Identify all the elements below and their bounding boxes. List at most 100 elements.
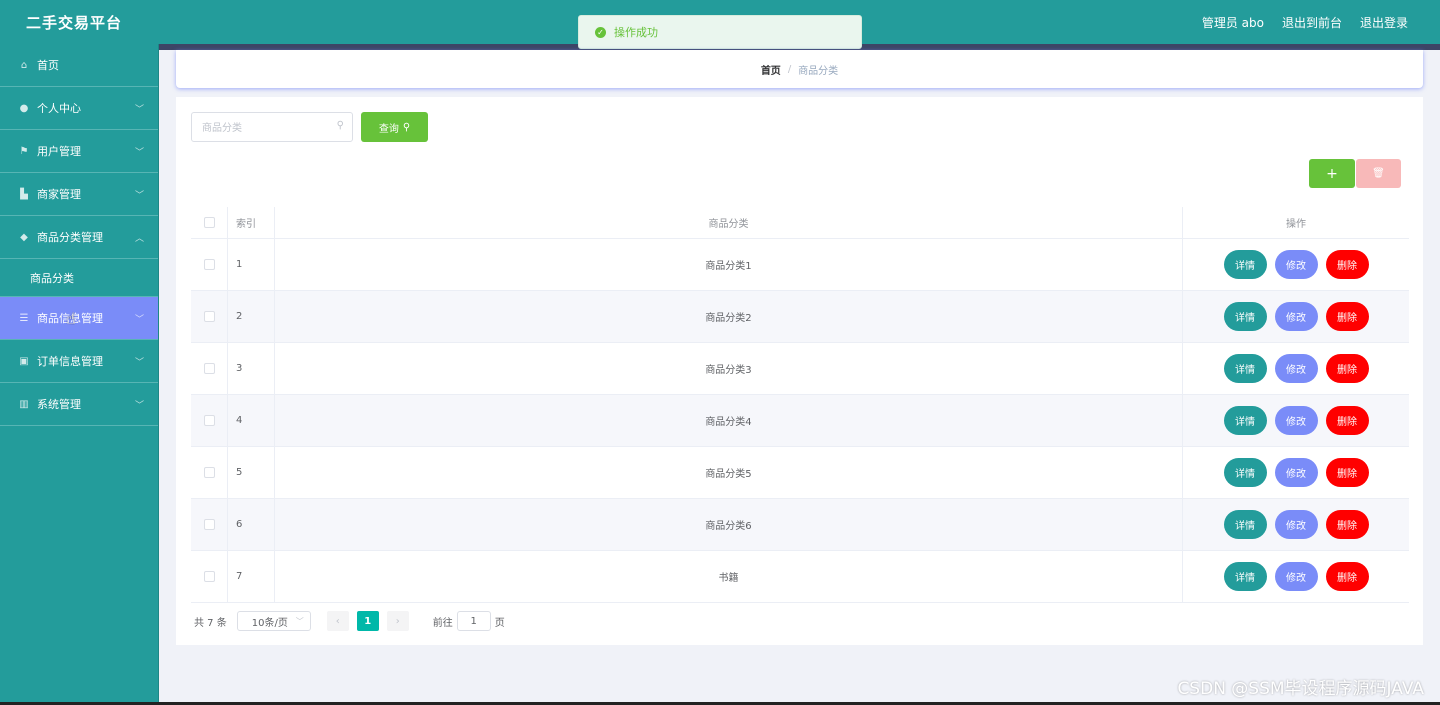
sidebar-subitem-category[interactable]: 商品分类	[0, 259, 158, 297]
detail-button[interactable]: 详情	[1223, 458, 1267, 487]
detail-button[interactable]: 详情	[1223, 562, 1267, 591]
row-index: 7	[227, 550, 275, 603]
edit-button[interactable]: 修改	[1274, 354, 1318, 383]
chevron-down-icon: ﹀	[134, 401, 144, 411]
chart-icon: ▥	[19, 398, 29, 410]
row-checkbox[interactable]	[203, 362, 215, 374]
next-page-button[interactable]: ›	[386, 611, 409, 631]
edit-button[interactable]: 修改	[1274, 562, 1318, 591]
table-row: 5 商品分类5 详情 修改 删除	[191, 446, 1409, 499]
chevron-down-icon: ﹀	[134, 191, 144, 201]
edit-button[interactable]: 修改	[1274, 510, 1318, 539]
row-checkbox[interactable]	[203, 466, 215, 478]
pagination-total: 共 7 条	[194, 617, 227, 629]
detail-button[interactable]: 详情	[1223, 302, 1267, 331]
admin-user-label[interactable]: 管理员 abo	[1202, 14, 1264, 31]
sidebar-menu: ⌂ 首页 ● 个人中心 ﹀ ⚑ 用户管理 ﹀ ▙ 商家管理 ﹀ ◆ 商品分类管理…	[0, 44, 159, 705]
header-index: 索引	[227, 207, 275, 239]
edit-button[interactable]: 修改	[1274, 458, 1318, 487]
detail-button[interactable]: 详情	[1223, 406, 1267, 435]
table-row: 3 商品分类3 详情 修改 删除	[191, 342, 1409, 395]
row-index: 6	[227, 498, 275, 551]
page-size-select[interactable]: 10条/页 ﹀	[236, 611, 311, 631]
row-category: 商品分类1	[274, 238, 1183, 291]
row-checkbox[interactable]	[203, 258, 215, 270]
row-index: 2	[227, 290, 275, 343]
table-row: 6 商品分类6 详情 修改 删除	[191, 498, 1409, 551]
detail-button[interactable]: 详情	[1223, 250, 1267, 279]
row-checkbox[interactable]	[203, 310, 215, 322]
query-button[interactable]: 查询 ⚲	[361, 112, 428, 142]
sidebar-item-orders[interactable]: ▣ 订单信息管理 ﹀	[0, 340, 158, 383]
breadcrumb-separator: /	[787, 63, 792, 75]
sidebar-item-system[interactable]: ▥ 系统管理 ﹀	[0, 383, 158, 426]
breadcrumb-current: 商品分类	[798, 65, 839, 77]
chevron-left-icon: ‹	[335, 615, 340, 627]
app-title: 二手交易平台	[26, 14, 123, 32]
delete-button[interactable]: 删除	[1325, 510, 1369, 539]
prev-page-button[interactable]: ‹	[326, 611, 349, 631]
plus-icon: +	[1326, 165, 1338, 182]
location-icon: ◆	[20, 231, 28, 243]
delete-button[interactable]: 删除	[1325, 562, 1369, 591]
row-category: 商品分类2	[274, 290, 1183, 343]
row-index: 5	[227, 446, 275, 499]
goto-page-input[interactable]	[456, 611, 491, 631]
sidebar-item-label: 个人中心	[37, 102, 81, 115]
sidebar-item-merchants[interactable]: ▙ 商家管理 ﹀	[0, 173, 158, 216]
row-index: 4	[227, 394, 275, 447]
sidebar-item-home[interactable]: ⌂ 首页	[0, 44, 158, 87]
user-icon: ●	[19, 102, 29, 114]
delete-button[interactable]: 删除	[1325, 354, 1369, 383]
breadcrumb-home[interactable]: 首页	[761, 62, 781, 77]
search-icon: ⚲	[336, 120, 344, 131]
sidebar-item-label: 商家管理	[37, 188, 81, 201]
sidebar-item-label: 用户管理	[37, 145, 81, 158]
search-input[interactable]	[192, 113, 334, 143]
page-suffix: 页	[494, 617, 505, 629]
row-category: 商品分类3	[274, 342, 1183, 395]
row-category: 书籍	[274, 550, 1183, 603]
select-all-checkbox[interactable]	[203, 216, 215, 228]
delete-button[interactable]: 删除	[1325, 458, 1369, 487]
chevron-down-icon: ﹀	[295, 617, 304, 626]
select-all-cell	[191, 207, 228, 239]
pagination: 共 7 条 10条/页 ﹀ ‹ 1 › 前往 页	[194, 610, 505, 632]
flag-icon: ⚑	[19, 145, 29, 157]
row-checkbox[interactable]	[203, 518, 215, 530]
sidebar-item-profile[interactable]: ● 个人中心 ﹀	[0, 87, 158, 130]
sidebar-item-goods-management[interactable]: ☰ 商品信息管理 ﹀ ☝	[0, 297, 158, 340]
sidebar-item-category-management[interactable]: ◆ 商品分类管理 ︿	[0, 216, 158, 259]
row-checkbox[interactable]	[203, 570, 215, 582]
detail-button[interactable]: 详情	[1223, 354, 1267, 383]
table-row: 2 商品分类2 详情 修改 删除	[191, 290, 1409, 343]
home-icon: ⌂	[20, 59, 28, 71]
logout-link[interactable]: 退出登录	[1360, 14, 1408, 31]
success-toast: ✓ 操作成功	[578, 15, 862, 49]
sidebar-item-label: 系统管理	[37, 398, 81, 411]
sidebar-item-users[interactable]: ⚑ 用户管理 ﹀	[0, 130, 158, 173]
edit-button[interactable]: 修改	[1274, 406, 1318, 435]
row-checkbox[interactable]	[203, 414, 215, 426]
search-icon: ⚲	[402, 121, 411, 133]
table-header-row: 索引 商品分类 操作	[191, 207, 1409, 239]
chevron-down-icon: ﹀	[134, 105, 144, 115]
chevron-up-icon: ︿	[134, 234, 144, 244]
exit-to-front-link[interactable]: 退出到前台	[1282, 14, 1342, 31]
delete-button[interactable]: 删除	[1325, 406, 1369, 435]
page-number-current[interactable]: 1	[356, 611, 379, 631]
main-content: ⚲ 查询 ⚲ + 🗑 索引 商品分类 操作 1 商品分类1 详情 修	[176, 97, 1423, 645]
toast-message: 操作成功	[614, 26, 658, 39]
search-field: ⚲	[191, 112, 353, 143]
row-index: 3	[227, 342, 275, 395]
edit-button[interactable]: 修改	[1274, 302, 1318, 331]
batch-delete-button[interactable]: 🗑	[1356, 159, 1401, 188]
table-row: 7 书籍 详情 修改 删除	[191, 550, 1409, 603]
delete-button[interactable]: 删除	[1325, 250, 1369, 279]
sidebar-item-label: 商品分类	[30, 271, 74, 285]
detail-button[interactable]: 详情	[1223, 510, 1267, 539]
edit-button[interactable]: 修改	[1274, 250, 1318, 279]
trash-icon: 🗑	[1372, 168, 1385, 179]
delete-button[interactable]: 删除	[1325, 302, 1369, 331]
add-button[interactable]: +	[1309, 159, 1355, 188]
